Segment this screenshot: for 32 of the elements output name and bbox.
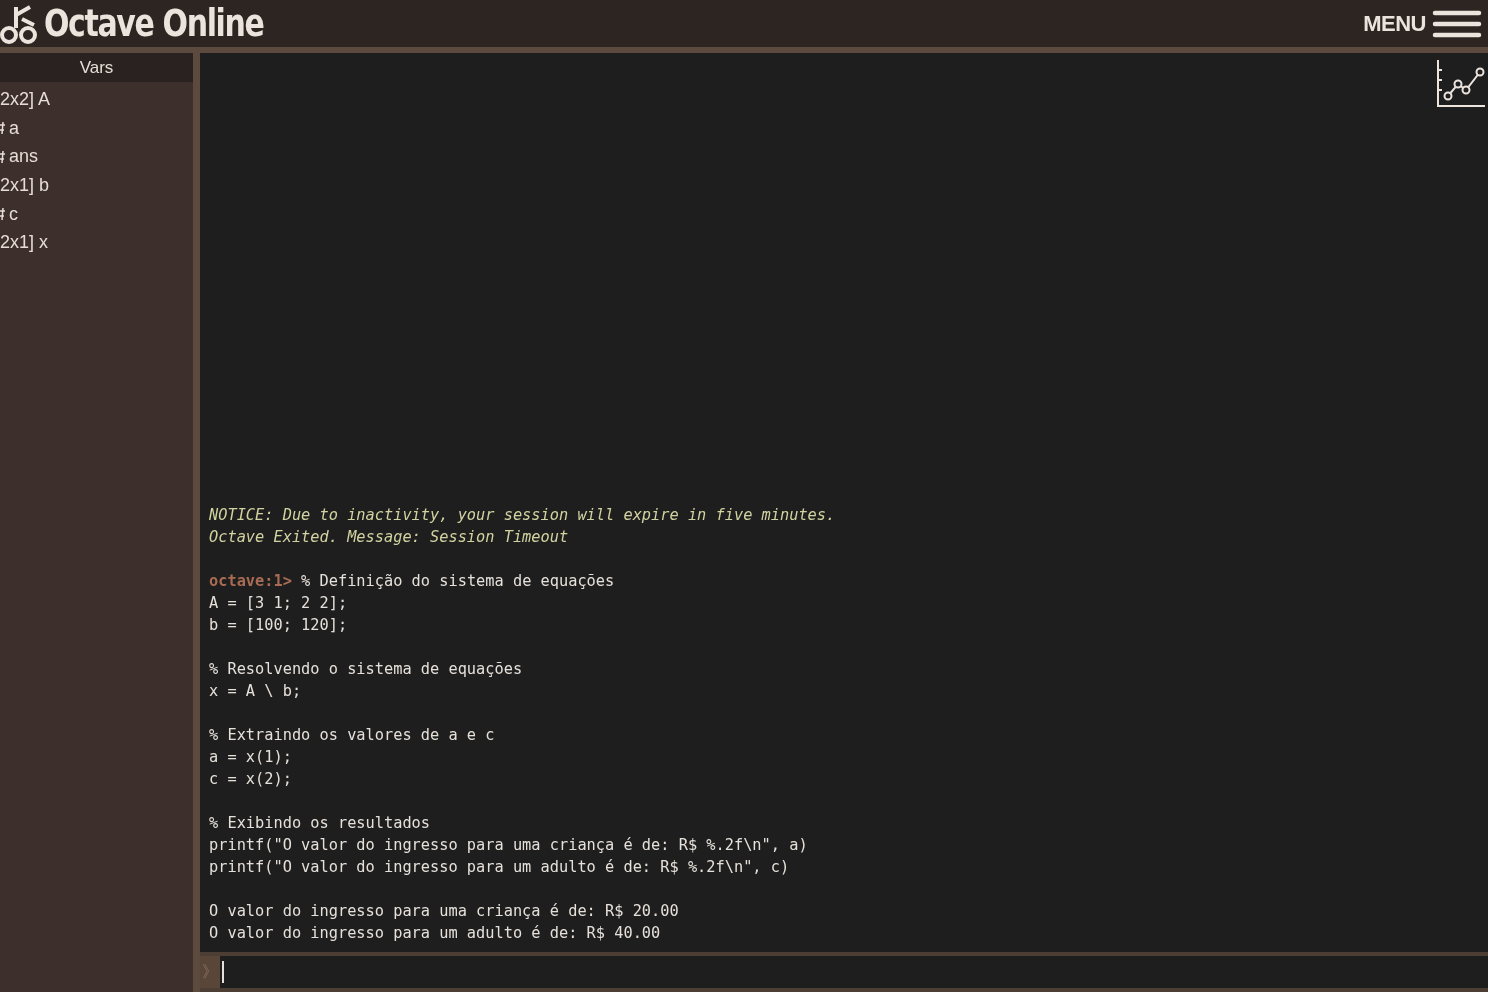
variable-item[interactable]: 2x1] b xyxy=(0,174,50,196)
notice-text: Octave Exited. Message: Session Timeout xyxy=(209,527,570,548)
hash-icon xyxy=(0,149,6,164)
variable-item[interactable]: 2x2] A xyxy=(0,88,51,110)
command-input[interactable] xyxy=(220,956,1488,988)
console-prompt: octave:1> xyxy=(209,572,292,590)
variable-item[interactable]: a xyxy=(9,117,19,139)
menu-button[interactable]: MENU xyxy=(1363,8,1482,39)
variable-item[interactable]: ans xyxy=(9,146,39,168)
code-line: x = A \ b; xyxy=(209,682,302,700)
code-line: printf("O valor do ingresso para um adulto é de: R$ %.2f\n", c) xyxy=(209,858,790,876)
code-line: c = x(2); xyxy=(209,770,292,788)
code-line: % Exibindo os resultados xyxy=(209,814,431,832)
code-line: % Definição do sistema de equações xyxy=(301,572,615,590)
code-line: printf("O valor do ingresso para uma criança é de: R$ %.2f\n", a) xyxy=(209,836,808,854)
panel-title: Vars xyxy=(0,53,193,82)
hash-icon xyxy=(0,121,6,136)
code-line: b = [100; 120]; xyxy=(209,616,348,634)
variable-item[interactable]: 2x1] x xyxy=(0,232,49,254)
code-line: a = x(1); xyxy=(209,748,292,766)
menu-icon xyxy=(1432,8,1482,39)
hash-icon xyxy=(0,207,6,222)
notice-text: NOTICE: Due to inactivity, your session will expire in five minutes. xyxy=(209,505,837,526)
code-line: A = [3 1; 2 2]; xyxy=(209,594,348,612)
code-line: % Extraindo os valores de a e c xyxy=(209,726,495,744)
chart-icon[interactable] xyxy=(1436,58,1486,108)
output-line: O valor do ingresso para um adulto é de: R$ 40.00 xyxy=(209,924,661,942)
logo-text: Octave Online xyxy=(44,2,264,45)
variable-item[interactable]: c xyxy=(9,203,18,225)
output-line: O valor do ingresso para uma criança é de: R$ 20.00 xyxy=(209,902,679,920)
prompt-marker: 》 xyxy=(201,961,219,983)
code-line: % Resolvendo o sistema de equações xyxy=(209,660,523,678)
